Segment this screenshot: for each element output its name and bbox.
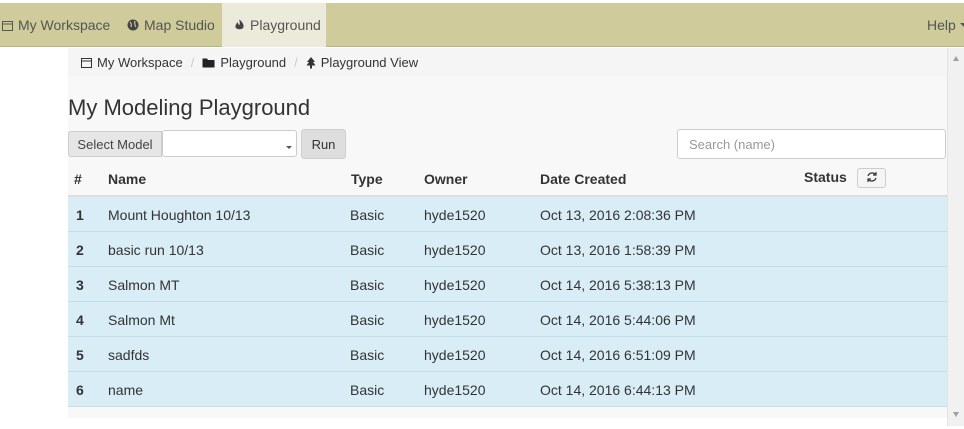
row-num: 3	[76, 277, 84, 293]
table-row[interactable]: 2 basic run 10/13 Basic hyde1520 Oct 13,…	[68, 232, 947, 267]
row-name: name	[108, 382, 144, 398]
row-type: Basic	[350, 312, 385, 328]
row-name: Salmon MT	[108, 277, 180, 293]
row-date: Oct 14, 2016 5:38:13 PM	[540, 277, 696, 293]
table-row[interactable]: 5 sadfds Basic hyde1520 Oct 14, 2016 6:5…	[68, 337, 947, 372]
table-body: 1 Mount Houghton 10/13 Basic hyde1520 Oc…	[68, 197, 947, 407]
row-type: Basic	[350, 382, 385, 398]
caret-down-icon	[286, 146, 292, 149]
model-select[interactable]	[162, 130, 297, 157]
nav-my-workspace[interactable]: My Workspace	[2, 3, 110, 47]
calendar-icon	[81, 57, 92, 68]
scroll-up-arrow-icon[interactable]	[953, 56, 959, 61]
breadcrumb-label: Playground View	[320, 55, 419, 70]
column-header-owner[interactable]: Owner	[424, 171, 468, 187]
row-owner: hyde1520	[424, 347, 486, 363]
row-date: Oct 14, 2016 6:44:13 PM	[540, 382, 696, 398]
row-name: basic run 10/13	[108, 242, 204, 258]
row-date: Oct 14, 2016 5:44:06 PM	[540, 312, 696, 328]
row-owner: hyde1520	[424, 312, 486, 328]
breadcrumb: My Workspace / Playground / Playground V…	[68, 48, 947, 77]
nav-map-studio[interactable]: Map Studio	[127, 3, 215, 47]
row-type: Basic	[350, 347, 385, 363]
refresh-button[interactable]	[857, 168, 886, 188]
row-type: Basic	[350, 277, 385, 293]
tree-icon	[306, 56, 316, 69]
run-button[interactable]: Run	[301, 129, 346, 159]
calendar-icon	[2, 20, 13, 31]
row-date: Oct 14, 2016 6:51:09 PM	[540, 347, 696, 363]
select-model-label: Select Model	[68, 131, 162, 157]
row-owner: hyde1520	[424, 207, 486, 223]
nav-label: Map Studio	[144, 17, 215, 33]
row-owner: hyde1520	[424, 242, 486, 258]
caret-down-icon	[959, 23, 964, 27]
help-label: Help	[927, 17, 956, 33]
refresh-icon	[866, 170, 878, 186]
row-num: 2	[76, 242, 84, 258]
table-header: # Name Type Owner Date Created Status	[68, 165, 947, 197]
breadcrumb-label: My Workspace	[97, 55, 183, 70]
row-owner: hyde1520	[424, 277, 486, 293]
table-row[interactable]: 4 Salmon Mt Basic hyde1520 Oct 14, 2016 …	[68, 302, 947, 337]
breadcrumb-playground[interactable]: Playground	[202, 55, 286, 70]
column-header-name[interactable]: Name	[108, 171, 146, 187]
column-header-type[interactable]: Type	[351, 171, 383, 187]
column-header-date[interactable]: Date Created	[540, 171, 626, 187]
search-input[interactable]	[677, 129, 946, 159]
column-header-num: #	[74, 171, 82, 187]
row-num: 6	[76, 382, 84, 398]
row-num: 5	[76, 347, 84, 363]
scroll-down-arrow-icon[interactable]	[953, 412, 959, 417]
row-date: Oct 13, 2016 1:58:39 PM	[540, 242, 696, 258]
row-date: Oct 13, 2016 2:08:36 PM	[540, 207, 696, 223]
breadcrumb-separator: /	[190, 55, 195, 70]
folder-icon	[202, 57, 215, 68]
row-owner: hyde1520	[424, 382, 486, 398]
page-title: My Modeling Playground	[68, 95, 311, 120]
row-num: 4	[76, 312, 84, 328]
globe-icon	[127, 19, 139, 31]
row-name: Mount Houghton 10/13	[108, 207, 251, 223]
vertical-scrollbar[interactable]	[947, 48, 964, 426]
page-container: My Workspace / Playground / Playground V…	[68, 48, 947, 418]
breadcrumb-playground-view: Playground View	[306, 55, 418, 70]
fire-icon	[234, 19, 245, 31]
row-name: Salmon Mt	[108, 312, 175, 328]
column-header-status: Status	[804, 169, 847, 185]
breadcrumb-separator: /	[294, 55, 298, 70]
row-type: Basic	[350, 242, 385, 258]
row-num: 1	[76, 207, 84, 223]
nav-playground[interactable]: Playground	[222, 3, 326, 47]
breadcrumb-label: Playground	[220, 55, 287, 70]
nav-label: My Workspace	[18, 17, 111, 33]
table-row[interactable]: 1 Mount Houghton 10/13 Basic hyde1520 Oc…	[68, 197, 947, 232]
nav-label: Playground	[250, 17, 321, 33]
top-navbar: My Workspace Map Studio Playground Help	[0, 3, 964, 47]
breadcrumb-my-workspace[interactable]: My Workspace	[81, 55, 183, 70]
table-row[interactable]: 6 name Basic hyde1520 Oct 14, 2016 6:44:…	[68, 372, 947, 407]
table-row[interactable]: 3 Salmon MT Basic hyde1520 Oct 14, 2016 …	[68, 267, 947, 302]
row-name: sadfds	[108, 347, 150, 363]
row-type: Basic	[350, 207, 385, 223]
help-dropdown[interactable]: Help	[927, 3, 964, 47]
